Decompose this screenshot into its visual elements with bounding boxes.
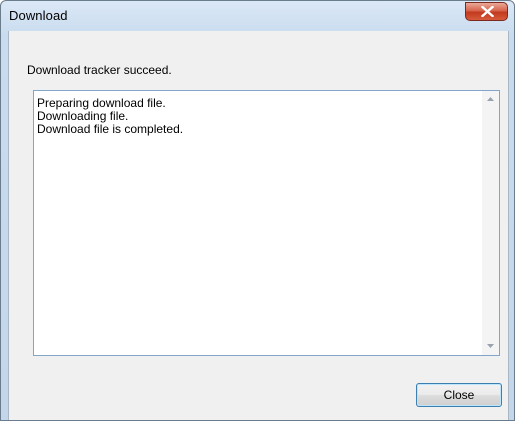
download-dialog: Download Download tracker succeed. Prepa… bbox=[0, 0, 515, 421]
scroll-down-arrow-icon bbox=[487, 344, 494, 348]
log-content: Preparing download file. Downloading fil… bbox=[37, 97, 477, 136]
log-textbox[interactable]: Preparing download file. Downloading fil… bbox=[33, 90, 500, 356]
log-line: Download file is completed. bbox=[37, 122, 184, 136]
scroll-up-arrow-icon bbox=[487, 97, 494, 101]
close-x-icon bbox=[481, 6, 494, 17]
scroll-down-button[interactable] bbox=[482, 338, 499, 355]
title-bar[interactable]: Download bbox=[1, 1, 514, 31]
status-message: Download tracker succeed. bbox=[27, 63, 172, 77]
scroll-up-button[interactable] bbox=[482, 91, 499, 108]
close-button[interactable]: Close bbox=[416, 383, 502, 407]
window-title: Download bbox=[9, 8, 68, 23]
window-close-button[interactable] bbox=[465, 2, 508, 21]
vertical-scrollbar[interactable] bbox=[482, 91, 499, 355]
